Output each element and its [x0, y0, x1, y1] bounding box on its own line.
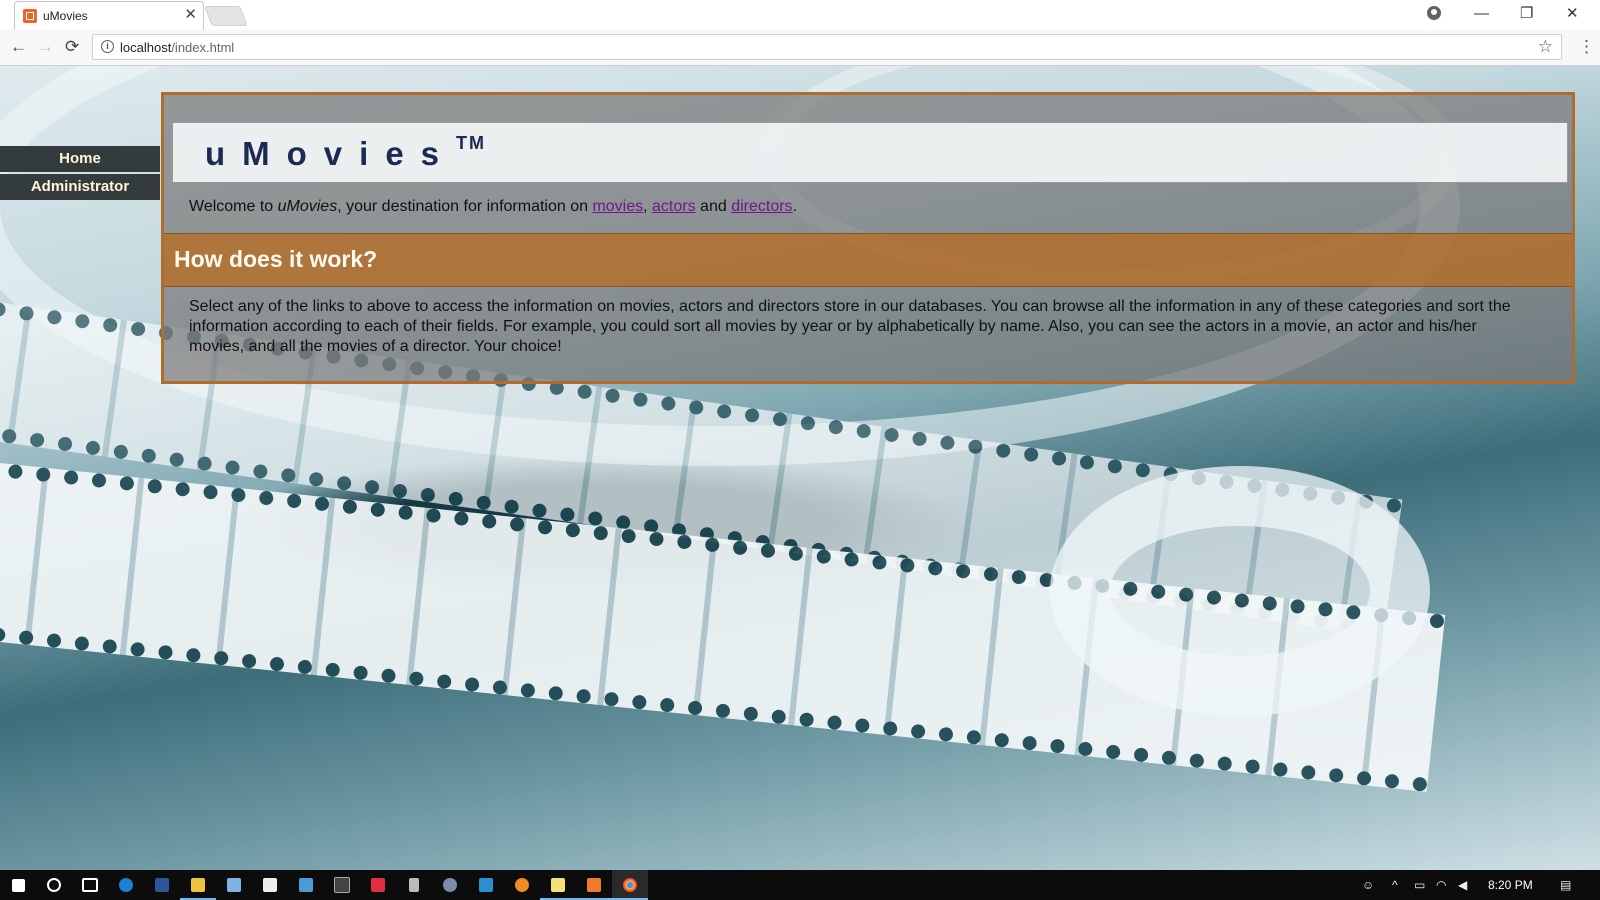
remote-desktop-icon[interactable] [468, 870, 504, 900]
close-window-icon[interactable]: ✕ [1566, 4, 1579, 24]
section-header: How does it work? [164, 233, 1572, 287]
notes-icon[interactable] [540, 870, 576, 900]
notepad-icon[interactable] [216, 870, 252, 900]
section-title: How does it work? [174, 246, 378, 272]
minimize-icon[interactable]: — [1474, 4, 1489, 24]
clock[interactable]: 8:20 PM [1488, 870, 1533, 900]
xampp-favicon-icon [23, 9, 37, 23]
chevron-up-icon[interactable]: ^ [1392, 870, 1398, 900]
store-icon[interactable] [252, 870, 288, 900]
battery-icon[interactable]: ▭ [1414, 870, 1425, 900]
main-content-panel: uMoviesTM Welcome to uMovies, your desti… [161, 92, 1575, 384]
reload-icon[interactable]: ⟳ [65, 37, 79, 57]
new-tab-button[interactable] [204, 6, 248, 26]
action-center-icon[interactable]: ▤ [1560, 870, 1571, 900]
url-text: localhost/index.html [120, 40, 235, 55]
forward-icon[interactable]: → [37, 37, 54, 57]
info-icon[interactable]: i [101, 40, 114, 53]
actors-link[interactable]: actors [652, 198, 696, 215]
windows-start-icon[interactable] [0, 870, 36, 900]
movies-link[interactable]: movies [592, 198, 643, 215]
chrome-icon[interactable] [612, 870, 648, 900]
task-view-icon[interactable] [72, 870, 108, 900]
film-loop-background [1050, 466, 1430, 716]
word-icon[interactable] [144, 870, 180, 900]
blender-icon[interactable] [504, 870, 540, 900]
people-icon[interactable]: ☺ [1362, 870, 1374, 900]
amazon-icon[interactable] [324, 870, 360, 900]
nav-home-link[interactable]: Home [0, 146, 160, 172]
cortana-icon[interactable] [36, 870, 72, 900]
profile-icon[interactable] [1427, 6, 1441, 20]
site-banner: uMoviesTM [172, 122, 1568, 183]
address-bar[interactable]: i localhost/index.html ☆ [92, 34, 1562, 60]
bookmark-star-icon[interactable]: ☆ [1538, 37, 1553, 57]
xampp-icon[interactable] [576, 870, 612, 900]
page-viewport: Home Administrator uMoviesTM Welcome to … [0, 66, 1600, 870]
file-explorer-icon[interactable] [180, 870, 216, 900]
brand-name: uMovies [277, 198, 338, 215]
welcome-text: Welcome to uMovies, your destination for… [189, 198, 798, 215]
sublime-icon[interactable] [432, 870, 468, 900]
browser-tab[interactable]: uMovies ✕ [14, 1, 204, 30]
directors-link[interactable]: directors [731, 198, 792, 215]
tab-title: uMovies [43, 9, 88, 23]
volume-icon[interactable]: ◀ [1458, 870, 1467, 900]
toggl-icon[interactable] [360, 870, 396, 900]
media-icon[interactable] [396, 870, 432, 900]
site-title: uMoviesTM [205, 133, 487, 172]
edge-icon[interactable] [108, 870, 144, 900]
section-description: Select any of the links to above to acce… [189, 298, 1511, 355]
outlook-icon[interactable] [288, 870, 324, 900]
side-navigation: Home Administrator [0, 146, 160, 202]
tab-close-icon[interactable]: ✕ [184, 7, 197, 23]
browser-toolbar: ← → ⟳ i localhost/index.html ☆ ⋮ [0, 30, 1600, 66]
browser-tab-bar: uMovies ✕ — ❐ ✕ [0, 0, 1600, 30]
nav-administrator-link[interactable]: Administrator [0, 174, 160, 200]
restore-icon[interactable]: ❐ [1520, 4, 1533, 24]
back-icon[interactable]: ← [10, 37, 27, 57]
windows-taskbar: ☺ ^ ▭ ◠ ◀ 8:20 PM ▤ [0, 870, 1600, 900]
browser-menu-icon[interactable]: ⋮ [1578, 37, 1595, 57]
wifi-icon[interactable]: ◠ [1436, 870, 1446, 900]
trademark-mark: TM [456, 133, 487, 153]
